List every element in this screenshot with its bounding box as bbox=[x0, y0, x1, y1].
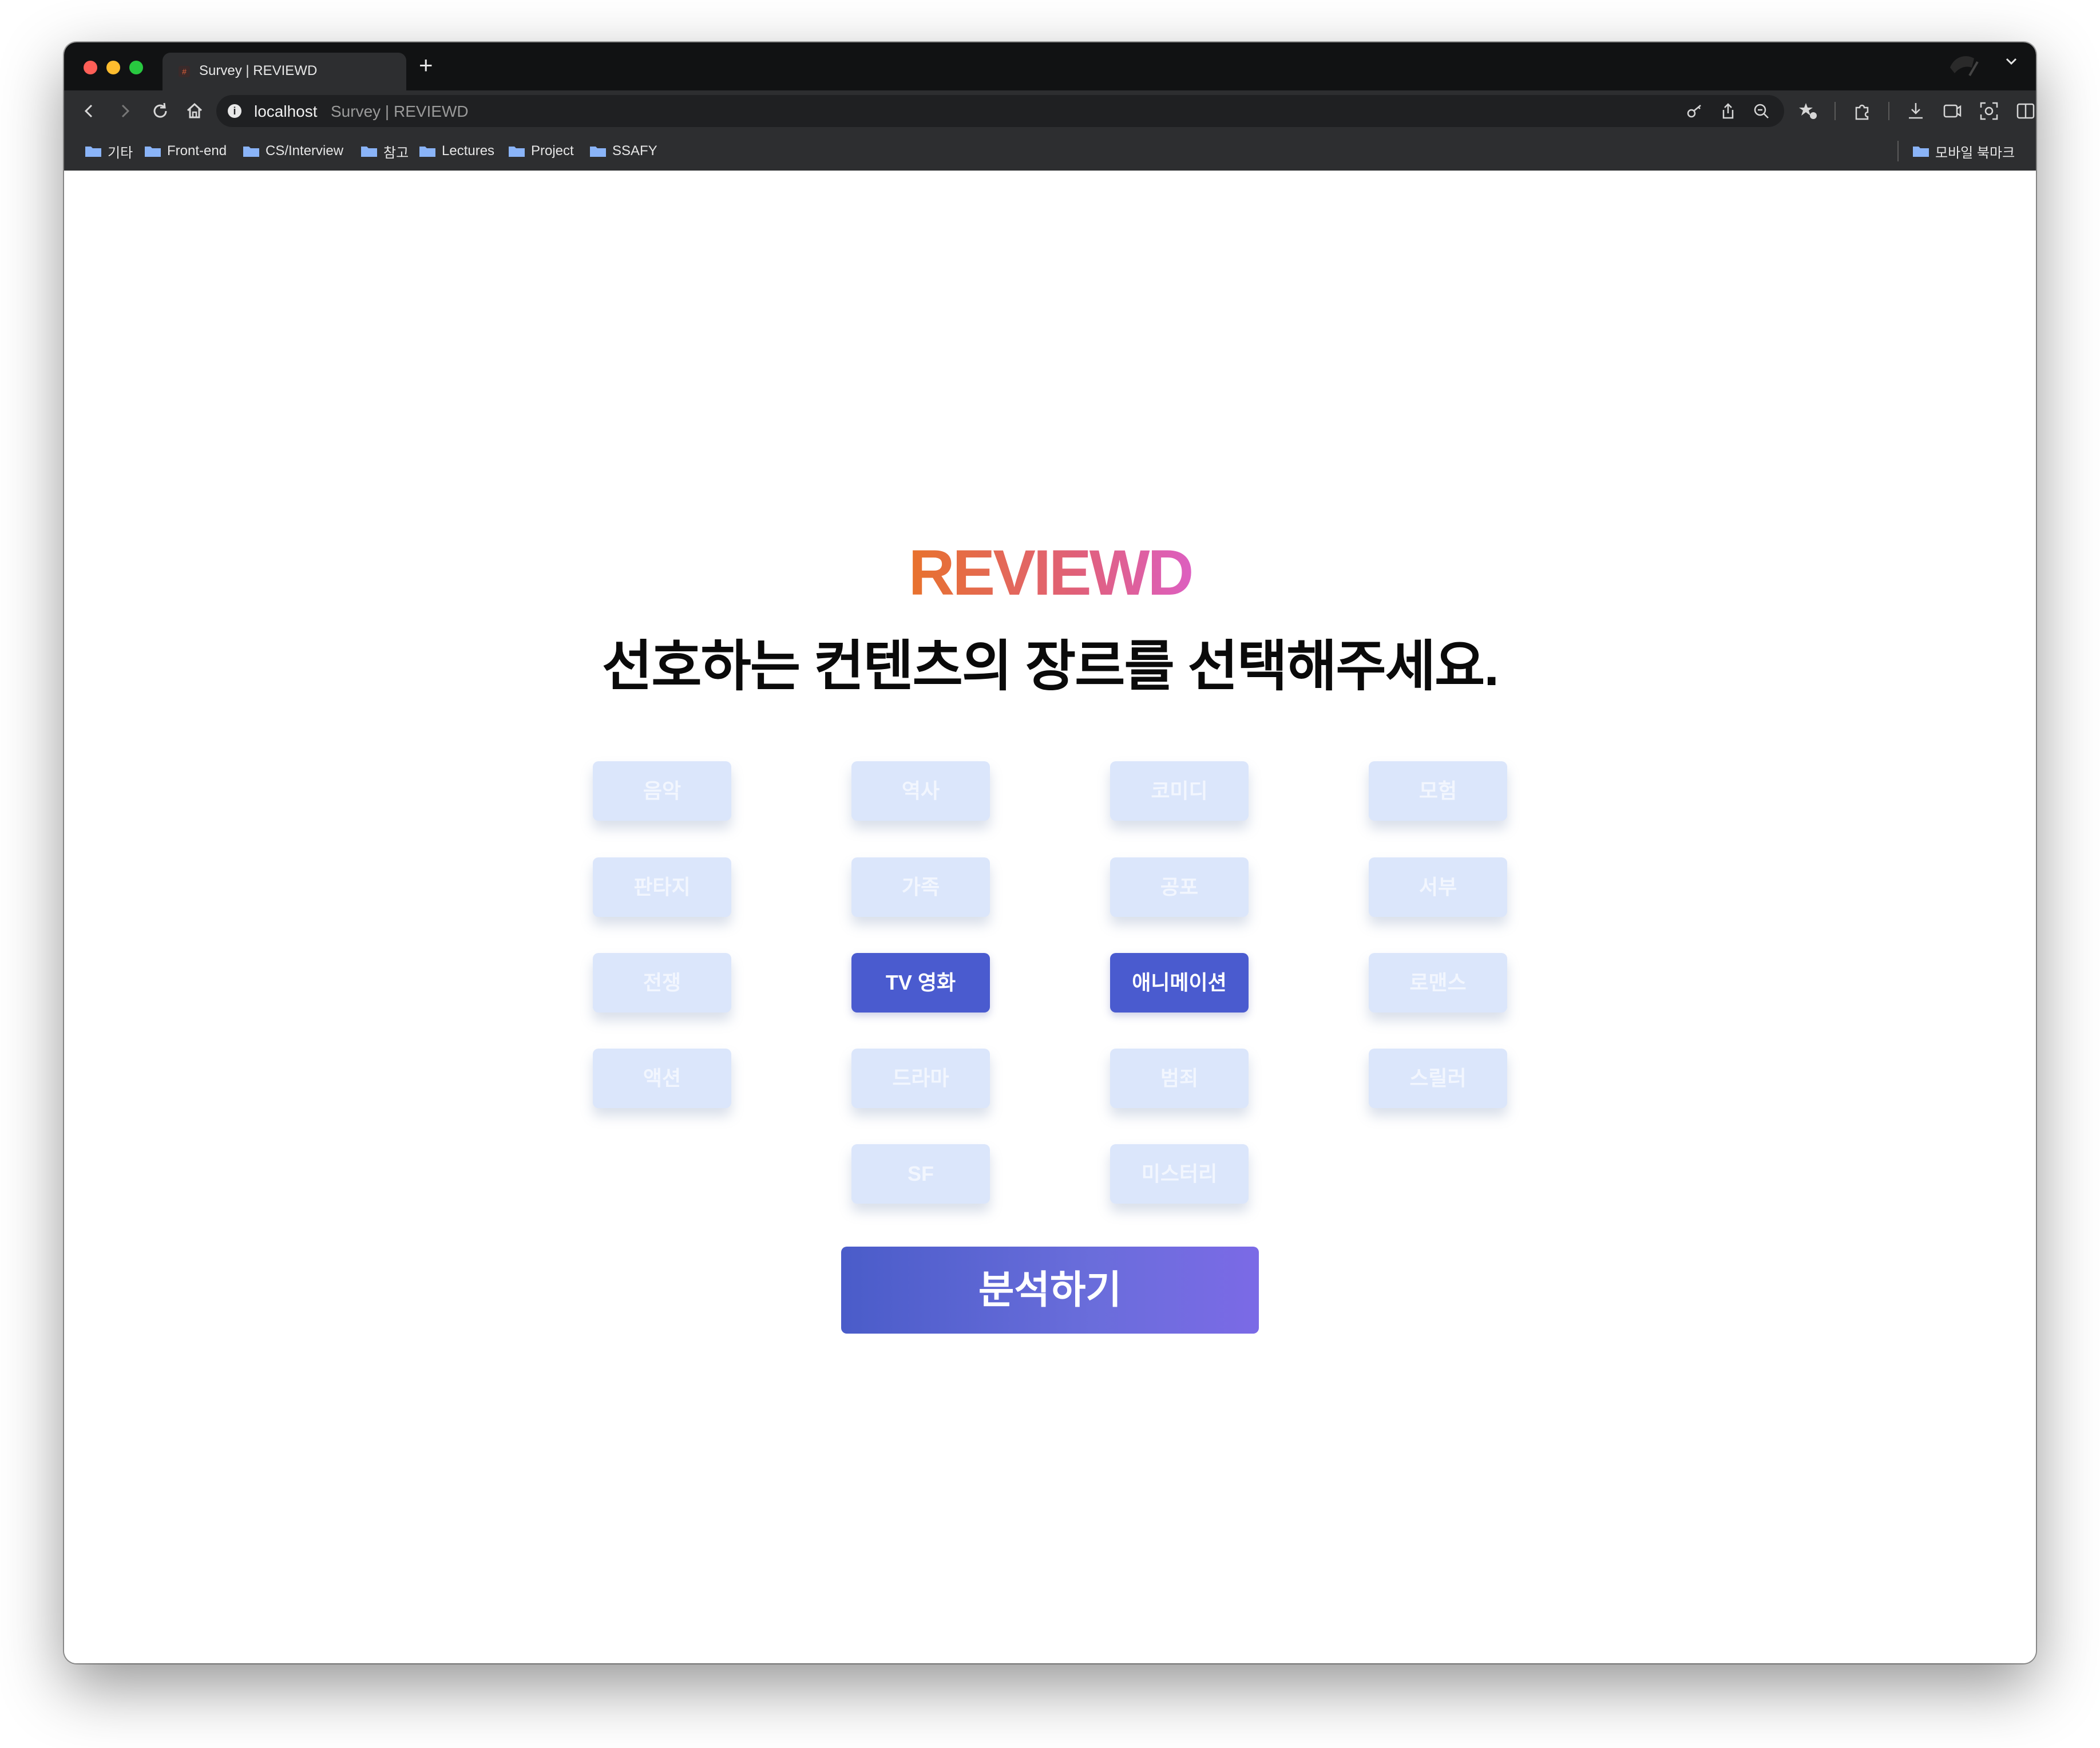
bookmark-label: SSAFY bbox=[612, 143, 657, 159]
profile-badge-icon bbox=[1947, 50, 1981, 82]
bookmark-label: Project bbox=[531, 143, 574, 159]
genre-option[interactable]: 판타지 bbox=[593, 857, 731, 917]
genre-option[interactable]: 코미디 bbox=[1110, 761, 1249, 821]
genre-option[interactable]: 모험 bbox=[1369, 761, 1507, 821]
zoom-out-icon[interactable] bbox=[1752, 102, 1770, 120]
maximize-window-button[interactable] bbox=[129, 61, 143, 74]
genre-option[interactable]: 액션 bbox=[593, 1049, 731, 1108]
browser-tab[interactable]: # Survey | REVIEWD bbox=[163, 53, 406, 90]
genre-option[interactable]: 음악 bbox=[593, 761, 731, 821]
address-bar[interactable]: i localhost Survey | REVIEWD bbox=[216, 95, 1784, 127]
site-info-icon[interactable]: i bbox=[228, 104, 241, 118]
bookmark-folder[interactable]: Lectures bbox=[419, 142, 494, 160]
bookmark-folder[interactable]: Front-end bbox=[144, 142, 227, 160]
tab-list-chevron-icon[interactable] bbox=[2004, 54, 2019, 69]
tab-strip: # Survey | REVIEWD + bbox=[64, 42, 2036, 90]
genre-option[interactable]: 역사 bbox=[851, 761, 990, 821]
minimize-window-button[interactable] bbox=[106, 61, 120, 74]
side-panel-icon[interactable] bbox=[2015, 101, 2036, 121]
bookmark-folder[interactable]: SSAFY bbox=[589, 142, 657, 160]
reload-icon[interactable] bbox=[149, 100, 172, 122]
genre-option[interactable]: 미스터리 bbox=[1110, 1144, 1249, 1204]
bookmark-folder[interactable]: CS/Interview bbox=[243, 142, 343, 160]
page-content: REVIEWD 선호하는 컨텐츠의 장르를 선택해주세요. 음악 역사 코미디 … bbox=[64, 171, 2036, 1663]
genre-option[interactable]: 범죄 bbox=[1110, 1049, 1249, 1108]
browser-toolbar: i localhost Survey | REVIEWD bbox=[64, 90, 2036, 132]
url-host: localhost bbox=[254, 102, 318, 120]
browser-window: # Survey | REVIEWD + i localhost Survey … bbox=[64, 42, 2036, 1663]
close-window-button[interactable] bbox=[84, 61, 97, 74]
genre-option[interactable]: 드라마 bbox=[851, 1049, 990, 1108]
reviewd-logo: REVIEWD bbox=[64, 536, 2036, 610]
folder-icon bbox=[590, 147, 606, 157]
extensions-puzzle-icon[interactable] bbox=[1852, 101, 1872, 121]
bookmark-folder[interactable]: 참고 bbox=[360, 142, 409, 161]
cast-icon[interactable] bbox=[1942, 101, 1963, 121]
home-icon[interactable] bbox=[183, 100, 206, 122]
bookmark-label: Lectures bbox=[442, 143, 495, 159]
bookmark-folder[interactable]: Project bbox=[508, 142, 574, 160]
mobile-bookmarks-folder[interactable]: 모바일 북마크 bbox=[1912, 142, 2015, 161]
toolbar-divider bbox=[1888, 102, 1889, 120]
share-icon[interactable] bbox=[1719, 102, 1737, 120]
tab-title: Survey | REVIEWD bbox=[199, 63, 318, 78]
genre-option[interactable]: 서부 bbox=[1369, 857, 1507, 917]
page-heading: 선호하는 컨텐츠의 장르를 선택해주세요. bbox=[601, 636, 1499, 697]
genre-option[interactable]: 공포 bbox=[1110, 857, 1249, 917]
new-tab-button[interactable]: + bbox=[419, 52, 433, 79]
folder-icon bbox=[419, 147, 435, 157]
bookmark-label: 모바일 북마크 bbox=[1935, 145, 2015, 161]
bookmark-label: CS/Interview bbox=[266, 143, 344, 159]
forward-arrow-icon[interactable] bbox=[113, 100, 136, 122]
bookmark-label: 기타 bbox=[108, 145, 133, 161]
genre-option-selected[interactable]: 애니메이션 bbox=[1110, 953, 1249, 1013]
logo-text: REVIEWD bbox=[908, 537, 1194, 608]
genre-option[interactable]: 가족 bbox=[851, 857, 990, 917]
url-page-title: Survey | REVIEWD bbox=[331, 102, 469, 120]
bookmark-label: Front-end bbox=[167, 143, 227, 159]
download-icon[interactable] bbox=[1905, 101, 1926, 121]
folder-icon bbox=[85, 147, 101, 157]
genre-option-selected[interactable]: TV 영화 bbox=[851, 953, 990, 1013]
folder-icon bbox=[243, 147, 259, 157]
folder-icon bbox=[361, 147, 377, 157]
back-arrow-icon[interactable] bbox=[78, 100, 101, 122]
bookmark-folder[interactable]: 기타 bbox=[85, 142, 133, 161]
bookmark-label: 참고 bbox=[383, 145, 409, 161]
genre-option[interactable]: SF bbox=[851, 1144, 990, 1204]
folder-icon bbox=[509, 147, 525, 157]
genre-option[interactable]: 전쟁 bbox=[593, 953, 731, 1013]
screenshot-icon[interactable] bbox=[1979, 101, 1999, 121]
genre-option[interactable]: 로맨스 bbox=[1369, 953, 1507, 1013]
bookmarks-bar: 기타 Front-end CS/Interview 참고 Lectures Pr… bbox=[64, 132, 2036, 171]
analyze-button[interactable]: 분석하기 bbox=[841, 1247, 1259, 1334]
genre-option[interactable]: 스릴러 bbox=[1369, 1049, 1507, 1108]
toolbar-divider bbox=[1834, 102, 1836, 120]
favicon-icon: # bbox=[179, 66, 190, 77]
bookmark-star-icon[interactable] bbox=[1798, 101, 1818, 121]
folder-icon bbox=[1913, 147, 1929, 157]
folder-icon bbox=[145, 147, 161, 157]
key-icon[interactable] bbox=[1686, 102, 1704, 120]
bookmarks-divider bbox=[1897, 141, 1899, 161]
